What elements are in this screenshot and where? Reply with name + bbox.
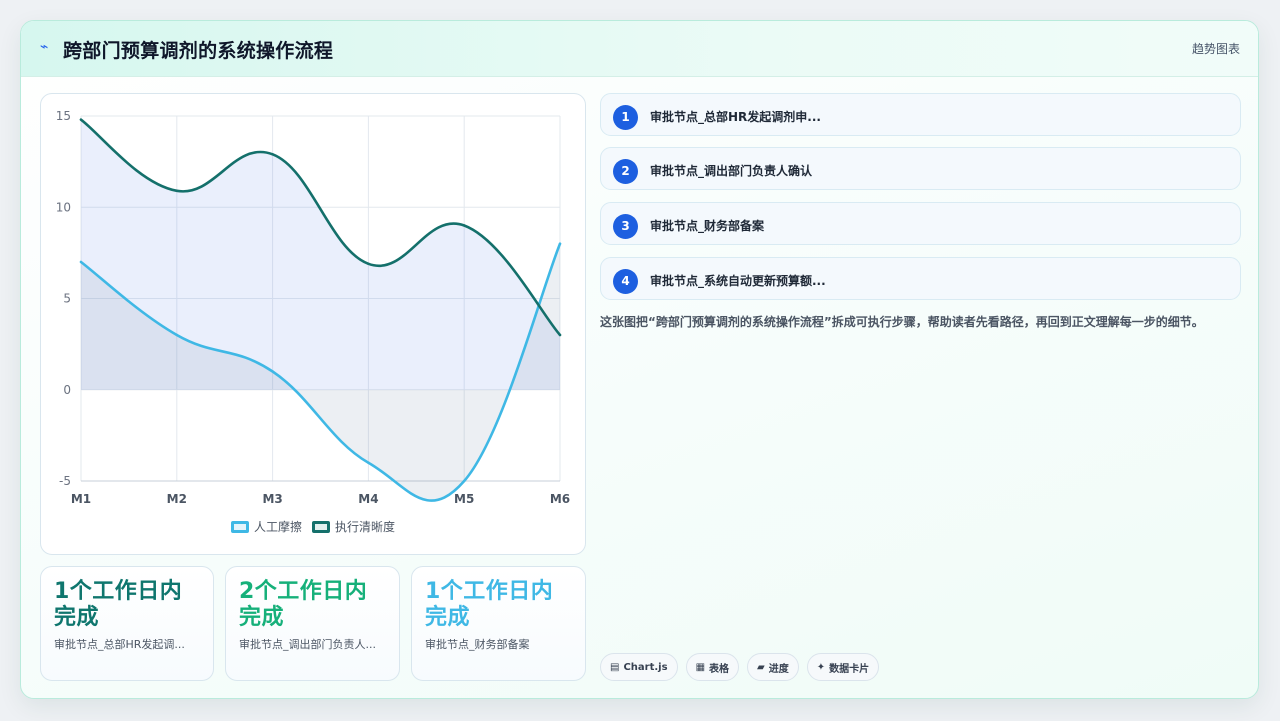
chip-progress[interactable]: ▰ 进度 — [747, 653, 799, 681]
y-tick-label: 5 — [63, 292, 71, 306]
x-tick-label: M1 — [71, 492, 91, 506]
x-tick-label: M3 — [262, 492, 282, 506]
legend-item-clarity[interactable]: 执行清晰度 — [312, 518, 395, 535]
data-point — [79, 260, 83, 264]
sparkle-icon: ✦ — [816, 661, 826, 673]
tech-chips: ▤ Chart.js ▦ 表格 ▰ 进度 ✦ 数据卡片 — [600, 653, 880, 681]
flow-card: ⌁ 跨部门预算调剂的系统操作流程 趋势图表 15 10 5 0 -5 M1 M2 M3 M4 M5… — [20, 20, 1259, 699]
x-tick-label: M5 — [454, 492, 474, 506]
trend-chart: 15 10 5 0 -5 M1 M2 M3 M4 M5 M6 人工摩擦 执行清晰度 — [40, 93, 586, 555]
chip-chartjs[interactable]: ▤ Chart.js — [600, 653, 678, 681]
stat-value: 1个工作日内完成 — [425, 579, 554, 630]
y-tick-label: 15 — [56, 109, 71, 123]
x-tick-label: M6 — [550, 492, 570, 506]
zap-icon: ⌁ — [40, 39, 49, 55]
stat-value: 1个工作日内完成 — [54, 579, 183, 630]
stat-card-2: 2个工作日内完成 审批节点_调出部门负责人... — [225, 566, 400, 681]
stat-card-1: 1个工作日内完成 审批节点_总部HR发起调... — [40, 566, 214, 681]
step-number: 3 — [613, 214, 638, 239]
legend-label-clarity: 执行清晰度 — [335, 520, 396, 534]
data-point — [367, 461, 370, 464]
progress-icon: ▰ — [757, 661, 765, 673]
data-point — [463, 479, 466, 483]
data-point — [463, 224, 466, 227]
chip-table[interactable]: ▦ 表格 — [685, 653, 740, 681]
step-label: 审批节点_系统自动更新预算额... — [650, 274, 826, 288]
data-point — [79, 118, 83, 121]
step-number: 4 — [613, 269, 638, 294]
chip-label: 进度 — [768, 663, 789, 675]
table-icon: ▤ — [610, 661, 620, 673]
legend-swatch-clarity — [312, 520, 330, 533]
legend-label-friction: 人工摩擦 — [253, 520, 302, 534]
step-item-4[interactable]: 4 审批节点_系统自动更新预算额... — [600, 257, 1241, 300]
step-item-2[interactable]: 2 审批节点_调出部门负责人确认 — [600, 147, 1241, 190]
chip-label: Chart.js — [623, 661, 668, 673]
data-point — [175, 333, 178, 337]
y-tick-label: -5 — [59, 474, 71, 488]
step-item-1[interactable]: 1 审批节点_总部HR发起调剂申... — [600, 93, 1241, 136]
stat-label: 审批节点_财务部备案 — [425, 638, 530, 651]
page-title: 跨部门预算调剂的系统操作流程 — [63, 40, 334, 62]
chart-description: 这张图把“跨部门预算调剂的系统操作流程”拆成可执行步骤，帮助读者先看路径，再回到… — [600, 315, 1204, 329]
data-point — [175, 189, 178, 193]
y-tick-label: 0 — [63, 383, 71, 397]
chip-label: 数据卡片 — [829, 663, 870, 675]
step-label: 审批节点_财务部备案 — [650, 219, 765, 233]
data-point — [558, 333, 562, 337]
step-number: 2 — [613, 159, 638, 184]
chip-label: 表格 — [709, 663, 730, 675]
chart-legend: 人工摩擦 执行清晰度 — [41, 518, 585, 535]
x-tick-label: M4 — [358, 492, 378, 506]
data-point — [271, 153, 274, 156]
chart-canvas: 15 10 5 0 -5M1 M2 M3 M4 M5 M6 — [56, 109, 570, 506]
stat-label: 审批节点_总部HR发起调... — [54, 638, 185, 651]
step-label: 审批节点_调出部门负责人确认 — [650, 164, 813, 178]
grid-icon: ▦ — [695, 661, 706, 673]
chip-data-card[interactable]: ✦ 数据卡片 — [806, 653, 880, 681]
stat-label: 审批节点_调出部门负责人... — [239, 638, 376, 651]
data-point — [271, 370, 274, 373]
data-point — [367, 262, 370, 266]
x-tick-label: M2 — [167, 492, 187, 506]
card-header: ⌁ 跨部门预算调剂的系统操作流程 趋势图表 — [21, 21, 1258, 77]
data-point — [558, 242, 562, 245]
legend-item-friction[interactable]: 人工摩擦 — [230, 518, 302, 535]
y-tick-label: 10 — [56, 200, 71, 214]
step-number: 1 — [613, 105, 638, 130]
step-item-3[interactable]: 3 审批节点_财务部备案 — [600, 202, 1241, 245]
chart-type-tag[interactable]: 趋势图表 — [1192, 40, 1240, 57]
stat-card-3: 1个工作日内完成 审批节点_财务部备案 — [411, 566, 586, 681]
legend-swatch-friction — [230, 520, 249, 533]
stat-value: 2个工作日内完成 — [239, 579, 368, 630]
step-label: 审批节点_总部HR发起调剂申... — [650, 110, 821, 124]
